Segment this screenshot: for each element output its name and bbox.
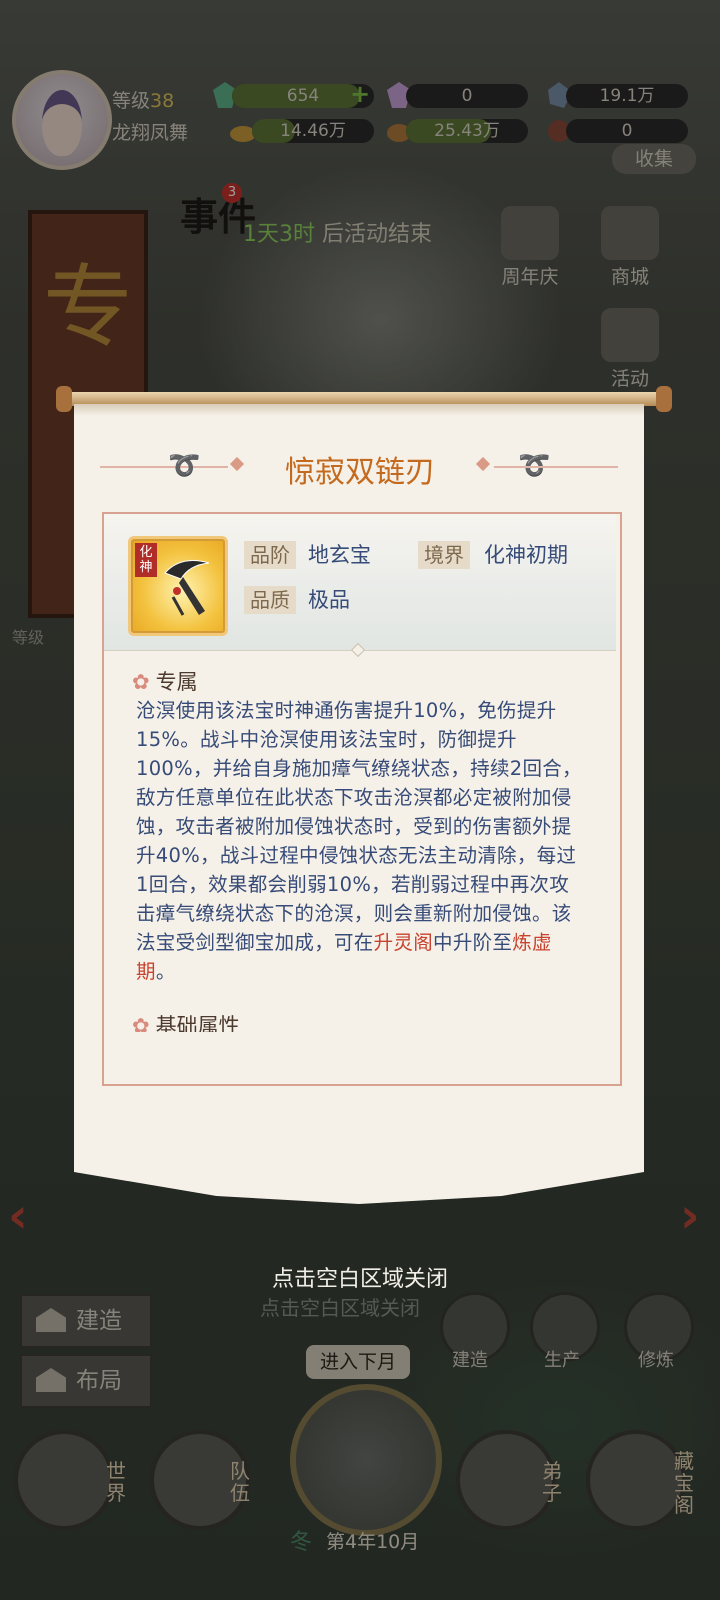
close-hint[interactable]: 点击空白区域关闭 (0, 1261, 720, 1293)
section-base-heading: ✿ 基础属性 (132, 1010, 240, 1032)
grade-value: 地玄宝 (308, 543, 371, 567)
flower-icon: ✿ (132, 1014, 150, 1032)
title-line-right (494, 466, 618, 468)
card-shadow (74, 404, 644, 416)
flower-icon: ✿ (132, 670, 150, 694)
chain-blade-icon (164, 560, 210, 616)
rod-end-right (656, 386, 672, 412)
rod-end-left (56, 386, 72, 412)
item-title: 惊寂双链刃 (285, 455, 435, 490)
item-icon[interactable]: 化神 (128, 536, 228, 636)
exclusive-description: 沧溟使用该法宝时神通伤害提升10%，免伤提升15%。战斗中沧溟使用该法宝时，防御… (136, 699, 582, 983)
highlight-location: 升灵阁 (373, 931, 434, 954)
section-exclusive-heading: ✿ 专属 (132, 670, 198, 694)
realm-value: 化神初期 (484, 543, 568, 567)
quality-label: 品质 (244, 586, 296, 614)
quality-value: 极品 (308, 588, 350, 612)
item-realm-tag: 化神 (135, 543, 157, 577)
realm-label: 境界 (418, 541, 470, 569)
grade-label: 品阶 (244, 541, 296, 569)
